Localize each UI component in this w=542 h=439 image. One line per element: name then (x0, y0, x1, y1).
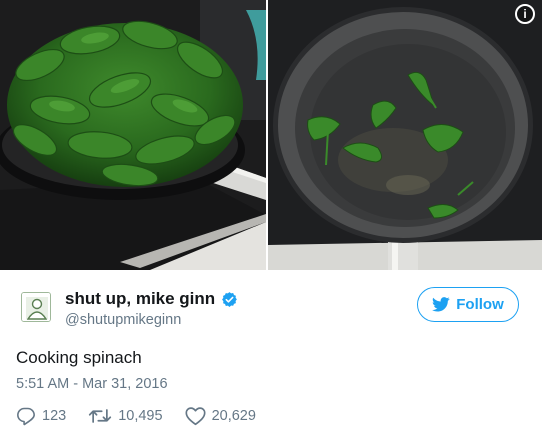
verified-badge-icon (222, 291, 238, 307)
retweet-icon (89, 409, 112, 423)
like-action[interactable]: 20,629 (185, 406, 256, 426)
tweet-actions: 123 10,495 20,629 (16, 405, 278, 427)
default-avatar-icon (22, 293, 50, 321)
retweet-action[interactable]: 10,495 (88, 406, 163, 426)
tweet-media[interactable]: i (0, 0, 542, 270)
follow-label: Follow (456, 296, 504, 313)
wilted-spinach-photo[interactable] (268, 0, 542, 270)
reply-icon (17, 407, 35, 426)
tweet-text: Cooking spinach (16, 348, 142, 367)
info-icon[interactable]: i (515, 4, 535, 24)
twitter-bird-icon (432, 297, 450, 312)
heart-icon (185, 407, 206, 426)
tweet-timestamp[interactable]: 5:51 AM - Mar 31, 2016 (16, 376, 168, 392)
like-count: 20,629 (211, 408, 256, 424)
author-handle[interactable]: @shutupmikeginn (65, 312, 181, 328)
avatar[interactable] (21, 292, 51, 322)
retweet-count: 10,495 (118, 408, 163, 424)
author-display-name[interactable]: shut up, mike ginn (65, 289, 215, 309)
spinach-pile-image (0, 0, 266, 270)
spinach-pile-photo[interactable] (0, 0, 266, 270)
reply-count: 123 (42, 408, 67, 424)
reply-action[interactable]: 123 (16, 406, 66, 426)
follow-button[interactable]: Follow (417, 287, 519, 322)
wilted-spinach-image (268, 0, 542, 270)
author-name-row[interactable]: shut up, mike ginn (65, 289, 238, 309)
